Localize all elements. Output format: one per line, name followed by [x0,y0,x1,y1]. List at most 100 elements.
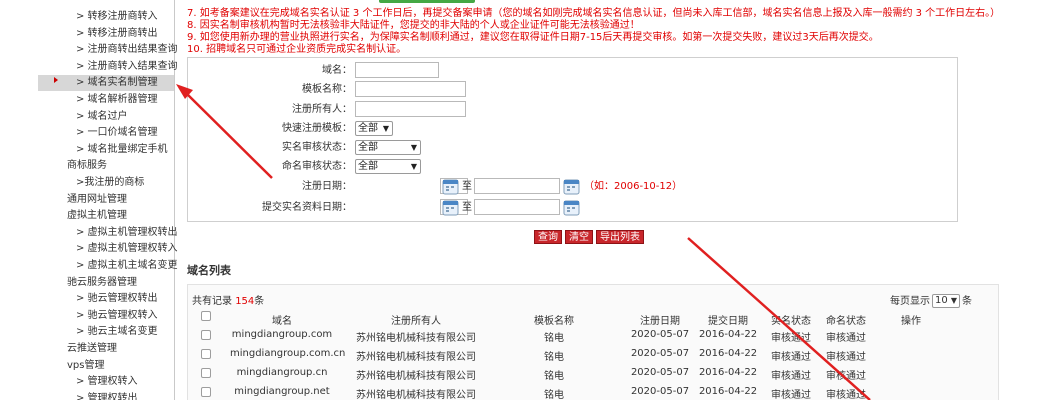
row-checkbox[interactable] [201,368,211,378]
verify-status-label: 实名审核状态： [282,142,352,153]
cell-owner: 苏州铭电机械科技有限公司 [356,390,476,400]
sidebar-group[interactable]: 商标服务 [38,158,174,174]
sidebar-group[interactable]: vps管理 [38,358,174,374]
sidebar-item[interactable]: > 管理权转入 [38,374,174,390]
verify-status-select[interactable]: 全部 ▼ [355,140,421,155]
column-header-reg-date: 注册日期 [640,316,680,327]
sidebar-item[interactable]: > 虚拟主机管理权转出 [38,225,178,241]
sidebar-group[interactable]: 驰云服务器管理 [38,275,174,291]
quick-template-label: 快速注册模板： [282,123,352,134]
cell-reg-date: 2020-05-07 [630,348,690,359]
export-list-button[interactable]: 导出列表 [596,230,644,244]
cell-verify-status: 审核通过 [771,390,811,400]
column-header-domain: 域名 [272,316,292,327]
sidebar-group[interactable]: 通用网址管理 [38,192,174,208]
sidebar-item[interactable]: > 虚拟主机管理权转入 [38,241,178,257]
sidebar-item[interactable]: > 注册商转出结果查询 [38,42,178,58]
calendar-icon[interactable] [442,199,459,216]
cell-naming-status: 审核通过 [826,390,866,400]
cell-submit-date: 2016-04-22 [698,386,758,397]
search-form: 域名： 模板名称： 注册所有人： 快速注册模板： 全部 ▼ 实名审核状态： 全部 ▼… [187,57,958,222]
caret-down-icon: ▼ [410,162,417,171]
domain-list-table: 共有记录 154条 每页显示 10 ▼ 条 域名 注册所有人 模板名称 注册日期 提交… [187,284,999,400]
per-page-suffix: 条 [962,296,972,307]
sidebar-item[interactable]: > 注册商转入结果查询 [38,59,178,75]
record-count-number: 154 [235,296,255,307]
per-page-value: 10 [935,295,948,306]
domain-input[interactable] [355,62,439,78]
top-green-tab[interactable] [379,0,475,3]
cell-verify-status: 审核通过 [771,333,811,344]
table-row: mingdiangroup.com.cn 苏州铭电机械科技有限公司 铭电 2020-0… [188,345,998,364]
sidebar-item[interactable]: > 转移注册商转出 [38,26,174,42]
cell-domain[interactable]: mingdiangroup.cn [230,367,334,378]
clear-button[interactable]: 清空 [565,230,593,244]
cell-reg-date: 2020-05-07 [630,367,690,378]
cell-template: 铭电 [544,390,564,400]
per-page-control: 每页显示 10 ▼ 条 [890,292,972,308]
cell-domain[interactable]: mingdiangroup.com.cn [230,348,345,359]
caret-down-icon: ▼ [950,296,957,305]
select-all-checkbox[interactable] [201,311,211,321]
record-count: 共有记录 154条 [192,292,264,307]
template-name-label: 模板名称： [302,84,352,95]
record-count-suffix: 条 [254,296,265,307]
caret-down-icon: ▼ [410,143,417,152]
row-checkbox[interactable] [201,330,211,340]
sidebar-item[interactable]: >我注册的商标 [38,175,174,191]
sidebar-group[interactable]: 云推送管理 [38,341,174,357]
verify-status-value: 全部 [358,142,378,153]
notice-10: 10. 招聘域名只可通过企业资质完成实名制认证。 [187,44,407,55]
column-header-submit-date: 提交日期 [708,316,748,327]
cell-domain[interactable]: mingdiangroup.com [230,329,334,340]
query-button[interactable]: 查询 [534,230,562,244]
sidebar-item[interactable]: > 管理权转出 [38,391,174,400]
domain-label: 域名： [322,65,352,76]
table-row: mingdiangroup.com 苏州铭电机械科技有限公司 铭电 2020-05-0… [188,326,998,345]
cell-naming-status: 审核通过 [826,371,866,382]
row-checkbox[interactable] [201,349,211,359]
sidebar-item[interactable]: > 驰云管理权转出 [38,291,174,307]
table-row: mingdiangroup.cn 苏州铭电机械科技有限公司 铭电 2020-05-07… [188,364,998,383]
column-header-actions: 操作 [901,316,921,327]
sidebar-item[interactable]: > 驰云主域名变更 [38,324,174,340]
main-content: 7. 如考备案建议在完成域名实名认证 3 个工作日后，再提交备案申请（您的域名如… [183,0,1003,400]
calendar-icon[interactable] [563,178,580,195]
sidebar-item[interactable]: > 域名批量绑定手机 [38,142,174,158]
reg-date-end-input[interactable] [474,178,560,194]
sidebar-item[interactable]: > 转移注册商转入 [38,9,174,25]
active-item-marker-icon [54,77,58,83]
reg-date-label: 注册日期： [302,181,352,192]
quick-template-select[interactable]: 全部 ▼ [355,121,393,136]
cell-submit-date: 2016-04-22 [698,348,758,359]
sidebar-group[interactable]: 虚拟主机管理 [38,208,174,224]
date-format-hint: （如：2006-10-12） [584,181,683,192]
cell-domain[interactable]: mingdiangroup.net [230,386,334,397]
calendar-icon[interactable] [442,178,459,195]
row-checkbox[interactable] [201,387,211,397]
sidebar-item[interactable]: > 驰云管理权转入 [38,308,174,324]
template-name-input[interactable] [355,81,466,97]
submit-date-end-input[interactable] [474,199,560,215]
registrant-input[interactable] [355,101,466,117]
sidebar-item[interactable]: > 虚拟主机主域名变更 [38,258,178,274]
cell-reg-date: 2020-05-07 [630,329,690,340]
naming-status-select[interactable]: 全部 ▼ [355,159,421,174]
cell-submit-date: 2016-04-22 [698,329,758,340]
column-header-template: 模板名称 [534,316,574,327]
calendar-icon[interactable] [563,199,580,216]
quick-template-value: 全部 [358,123,378,134]
cell-template: 铭电 [544,333,564,344]
registrant-label: 注册所有人： [292,104,352,115]
sidebar-item[interactable]: > 一口价域名管理 [38,125,174,141]
column-header-naming-status: 命名状态 [826,316,866,327]
table-row: mingdiangroup.net 苏州铭电机械科技有限公司 铭电 2020-05-0… [188,383,998,400]
sidebar-item[interactable]: > 域名过户 [38,109,174,125]
per-page-select[interactable]: 10 ▼ [932,294,960,308]
cell-submit-date: 2016-04-22 [698,367,758,378]
column-header-owner: 注册所有人 [391,316,441,327]
cell-verify-status: 审核通过 [771,371,811,382]
submit-date-to-label: 至 [462,202,472,213]
sidebar-item[interactable]: > 域名解析器管理 [38,92,174,108]
sidebar-item[interactable]: > 域名实名制管理 [38,75,174,92]
